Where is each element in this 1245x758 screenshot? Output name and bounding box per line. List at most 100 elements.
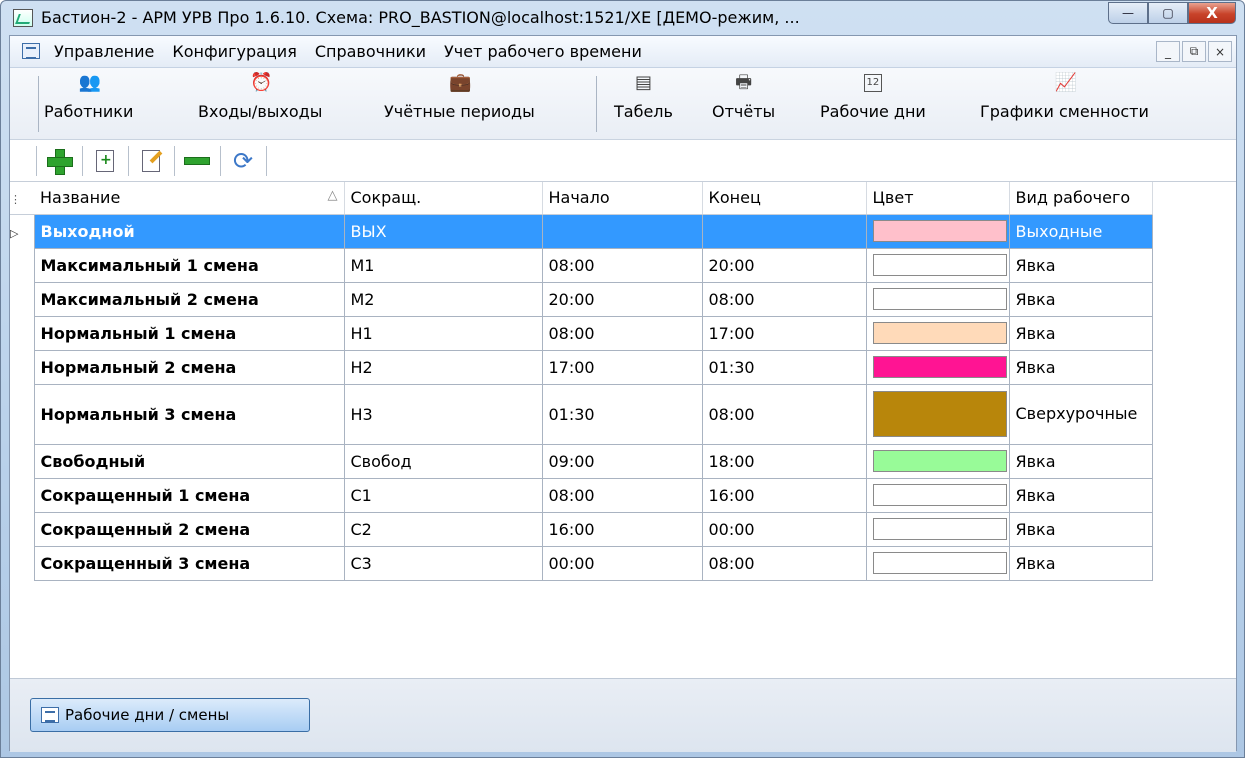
toolbar-button-5[interactable]: 🖶 Отчёты <box>712 74 775 134</box>
cell-type[interactable]: Явка <box>1008 281 1153 317</box>
column-chooser[interactable]: ⋮ <box>10 182 34 215</box>
row-indicator[interactable] <box>10 512 35 546</box>
cell-color[interactable] <box>865 545 1010 581</box>
cell-type[interactable]: Выходные <box>1008 213 1153 249</box>
column-header-end[interactable]: Конец <box>702 182 867 215</box>
cell-end[interactable]: 01:30 <box>701 349 867 385</box>
column-header-color[interactable]: Цвет <box>866 182 1010 215</box>
mdi-minimize-button[interactable]: _ <box>1156 41 1180 62</box>
document-window-icon[interactable] <box>22 43 40 59</box>
cell-name[interactable]: Сокращенный 2 смена <box>33 511 345 547</box>
table-row[interactable]: Нормальный 2 смена Н2 17:00 01:30 Явка <box>10 349 1153 385</box>
add-button[interactable] <box>44 147 74 175</box>
column-header-type[interactable]: Вид рабочего <box>1009 182 1153 215</box>
row-indicator[interactable] <box>10 478 35 512</box>
maximize-button[interactable]: ▢ <box>1148 2 1188 24</box>
table-row[interactable]: Сокращенный 1 смена С1 08:00 16:00 Явка <box>10 477 1153 513</box>
cell-start[interactable]: 01:30 <box>541 383 703 445</box>
menu-item[interactable]: Справочники <box>315 42 426 61</box>
table-row[interactable]: Свободный Свобод 09:00 18:00 Явка <box>10 443 1153 479</box>
cell-type[interactable]: Явка <box>1008 477 1153 513</box>
window-tab-workdays[interactable]: Рабочие дни / смены <box>30 698 310 732</box>
cell-name[interactable]: Выходной <box>33 213 345 249</box>
column-header-short[interactable]: Сокращ. <box>344 182 543 215</box>
cell-name[interactable]: Нормальный 3 смена <box>33 383 345 445</box>
mdi-restore-button[interactable]: ⧉ <box>1182 41 1206 62</box>
cell-name[interactable]: Нормальный 1 смена <box>33 315 345 351</box>
cell-short[interactable]: С1 <box>343 477 543 513</box>
toolbar-button-4[interactable]: ▤ Табель <box>614 74 673 134</box>
row-indicator[interactable] <box>10 546 35 580</box>
cell-short[interactable]: Свобод <box>343 443 543 479</box>
cell-start[interactable] <box>541 213 703 249</box>
cell-color[interactable] <box>865 349 1010 385</box>
row-indicator[interactable] <box>10 316 35 350</box>
row-indicator[interactable] <box>10 282 35 316</box>
table-row[interactable]: Сокращенный 3 смена С3 00:00 08:00 Явка <box>10 545 1153 581</box>
cell-end[interactable]: 00:00 <box>701 511 867 547</box>
cell-type[interactable]: Явка <box>1008 315 1153 351</box>
menu-item[interactable]: Конфигурация <box>172 42 296 61</box>
menu-item[interactable]: Управление <box>54 42 154 61</box>
cell-color[interactable] <box>865 281 1010 317</box>
cell-end[interactable] <box>701 213 867 249</box>
table-row[interactable]: Максимальный 1 смена М1 08:00 20:00 Явка <box>10 247 1153 283</box>
cell-end[interactable]: 18:00 <box>701 443 867 479</box>
toolbar-button-1[interactable]: 👥 Работники <box>44 74 133 134</box>
cell-name[interactable]: Свободный <box>33 443 345 479</box>
row-indicator[interactable] <box>10 350 35 384</box>
cell-name[interactable]: Максимальный 2 смена <box>33 281 345 317</box>
cell-end[interactable]: 20:00 <box>701 247 867 283</box>
table-row[interactable]: Нормальный 1 смена Н1 08:00 17:00 Явка <box>10 315 1153 351</box>
toolbar-button-2[interactable]: ⏰ Входы/выходы <box>198 74 322 134</box>
cell-end[interactable]: 08:00 <box>701 281 867 317</box>
cell-color[interactable] <box>865 213 1010 249</box>
menu-item[interactable]: Учет рабочего времени <box>444 42 642 61</box>
column-header-name[interactable]: Название △ <box>34 182 345 215</box>
cell-start[interactable]: 16:00 <box>541 511 703 547</box>
table-row[interactable]: Сокращенный 2 смена С2 16:00 00:00 Явка <box>10 511 1153 547</box>
cell-end[interactable]: 17:00 <box>701 315 867 351</box>
title-bar[interactable]: Бастион-2 - АРМ УРВ Про 1.6.10. Схема: P… <box>1 1 1244 35</box>
edit-button[interactable] <box>136 147 166 175</box>
cell-color[interactable] <box>865 247 1010 283</box>
cell-short[interactable]: С3 <box>343 545 543 581</box>
cell-type[interactable]: Явка <box>1008 511 1153 547</box>
cell-start[interactable]: 20:00 <box>541 281 703 317</box>
row-indicator[interactable] <box>10 384 35 444</box>
cell-type[interactable]: Явка <box>1008 349 1153 385</box>
row-indicator[interactable] <box>10 444 35 478</box>
toolbar-button-3[interactable]: 💼 Учётные периоды <box>384 74 535 134</box>
cell-name[interactable]: Сокращенный 1 смена <box>33 477 345 513</box>
delete-button[interactable] <box>182 147 212 175</box>
table-row[interactable]: ▷ Выходной ВЫХ Выходные <box>10 213 1153 249</box>
cell-start[interactable]: 00:00 <box>541 545 703 581</box>
cell-end[interactable]: 16:00 <box>701 477 867 513</box>
cell-type[interactable]: Явка <box>1008 443 1153 479</box>
cell-start[interactable]: 17:00 <box>541 349 703 385</box>
close-button[interactable]: X <box>1188 2 1236 24</box>
cell-type[interactable]: Явка <box>1008 545 1153 581</box>
cell-color[interactable] <box>865 383 1010 445</box>
cell-color[interactable] <box>865 315 1010 351</box>
cell-name[interactable]: Максимальный 1 смена <box>33 247 345 283</box>
cell-short[interactable]: ВЫХ <box>343 213 543 249</box>
cell-short[interactable]: М2 <box>343 281 543 317</box>
cell-short[interactable]: Н1 <box>343 315 543 351</box>
table-row[interactable]: Нормальный 3 смена Н3 01:30 08:00 Сверхурочн… <box>10 383 1153 445</box>
toolbar-button-7[interactable]: 📈 Графики сменности <box>980 74 1149 134</box>
cell-short[interactable]: М1 <box>343 247 543 283</box>
cell-short[interactable]: С2 <box>343 511 543 547</box>
cell-start[interactable]: 08:00 <box>541 247 703 283</box>
refresh-button[interactable]: ⟳ <box>228 147 258 175</box>
cell-name[interactable]: Нормальный 2 смена <box>33 349 345 385</box>
row-indicator[interactable] <box>10 248 35 282</box>
cell-start[interactable]: 08:00 <box>541 477 703 513</box>
cell-start[interactable]: 08:00 <box>541 315 703 351</box>
minimize-button[interactable]: — <box>1108 2 1148 24</box>
column-header-start[interactable]: Начало <box>542 182 703 215</box>
mdi-close-button[interactable]: × <box>1208 41 1232 62</box>
cell-short[interactable]: Н2 <box>343 349 543 385</box>
cell-end[interactable]: 08:00 <box>701 545 867 581</box>
cell-color[interactable] <box>865 443 1010 479</box>
